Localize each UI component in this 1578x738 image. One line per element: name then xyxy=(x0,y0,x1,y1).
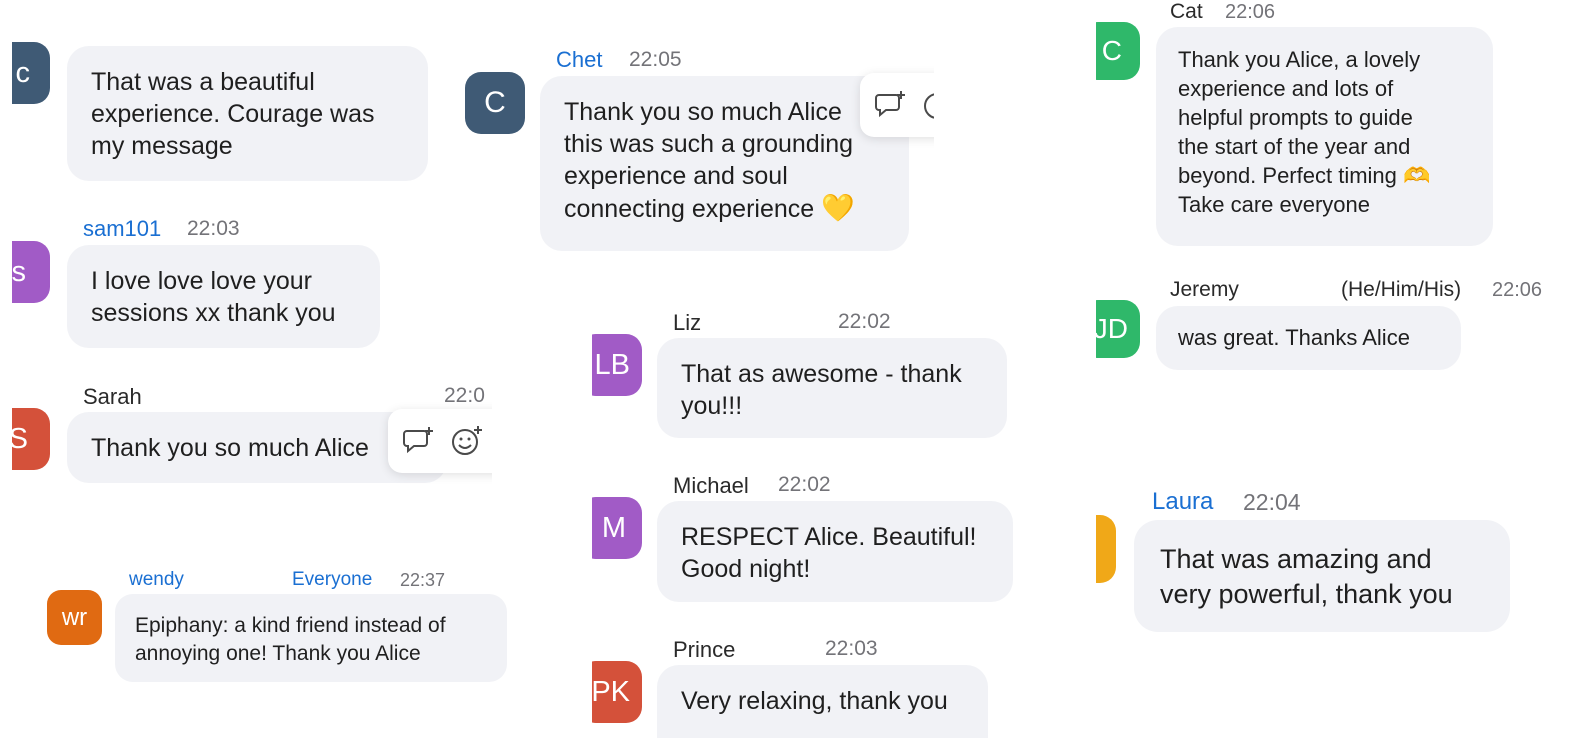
add-reaction-icon[interactable] xyxy=(922,88,934,122)
chat-panel-right-top: C Cat 22:06 Thank you Alice, a lovely ex… xyxy=(1096,0,1578,380)
sender-name[interactable]: Liz xyxy=(673,310,701,336)
timestamp: 22:04 xyxy=(1243,489,1301,515)
message-hover-toolbar xyxy=(860,73,934,137)
message-hover-toolbar xyxy=(388,409,492,473)
sender-name[interactable]: Chet xyxy=(556,47,602,73)
avatar[interactable]: JD xyxy=(1096,300,1140,358)
sender-name[interactable]: Prince xyxy=(673,637,735,663)
message-bubble[interactable]: Very relaxing, thank you xyxy=(657,665,988,738)
message-text: That was amazing and very powerful, than… xyxy=(1160,544,1453,609)
avatar[interactable]: c xyxy=(12,42,50,104)
sender-name[interactable]: Jeremy xyxy=(1170,278,1239,302)
message-text: RESPECT Alice. Beautiful! Good night! xyxy=(681,523,977,583)
message-text: I love love love your sessions xx thank … xyxy=(91,267,336,327)
avatar[interactable]: s xyxy=(12,241,50,303)
message-text: Thank you so much Alice xyxy=(91,434,369,462)
message-text: That was a beautiful experience. Courage… xyxy=(91,68,375,160)
timestamp: 22:03 xyxy=(187,217,240,240)
timestamp: 22:37 xyxy=(400,570,446,590)
message-bubble[interactable]: That was a beautiful experience. Courage… xyxy=(67,46,428,181)
timestamp: 22:02 xyxy=(838,310,891,333)
add-reaction-icon[interactable] xyxy=(450,424,484,458)
reply-in-thread-icon[interactable] xyxy=(402,424,436,458)
message-text: was great. Thanks Alice xyxy=(1178,325,1410,350)
message-bubble[interactable]: Thank you so much Alice this was such a … xyxy=(540,76,909,251)
avatar[interactable]: C xyxy=(1096,22,1140,80)
sender-pronouns: (He/Him/His) xyxy=(1341,278,1462,301)
avatar[interactable] xyxy=(1096,515,1116,583)
sender-name[interactable]: sam101 xyxy=(83,216,161,242)
chat-panel-middle-top: C Chet 22:05 Thank you so much Alice thi… xyxy=(462,40,934,260)
sender-name[interactable]: Laura xyxy=(1152,488,1213,516)
message-text: Very relaxing, thank you xyxy=(681,687,948,715)
yellow-heart-emoji: 💛 xyxy=(821,193,855,223)
timestamp: 22:06 xyxy=(1492,279,1543,301)
message-bubble[interactable]: Epiphany: a kind friend instead of annoy… xyxy=(115,594,507,682)
message-bubble[interactable]: RESPECT Alice. Beautiful! Good night! xyxy=(657,501,1013,602)
sender-name[interactable]: Michael xyxy=(673,473,749,499)
avatar[interactable]: wr xyxy=(47,590,102,645)
reply-in-thread-icon[interactable] xyxy=(874,88,908,122)
message-text: Epiphany: a kind friend instead of annoy… xyxy=(135,614,446,665)
chat-panel-middle-bottom: LB Liz 22:02 That as awesome - thank you… xyxy=(592,300,1022,738)
avatar[interactable]: PK xyxy=(592,661,642,723)
sender-name[interactable]: Cat xyxy=(1170,0,1203,24)
chat-panel-right-bottom: Laura 22:04 That was amazing and very po… xyxy=(1096,480,1578,738)
avatar[interactable]: S xyxy=(12,408,50,470)
heart-hands-emoji: 🫶 xyxy=(1403,163,1431,188)
avatar[interactable]: LB xyxy=(592,334,642,396)
message-bubble[interactable]: Thank you Alice, a lovely experience and… xyxy=(1156,27,1493,246)
message-bubble[interactable]: I love love love your sessions xx thank … xyxy=(67,245,380,348)
timestamp: 22:05 xyxy=(629,48,682,71)
timestamp: 22:02 xyxy=(778,473,831,496)
message-text: Thank you Alice, a lovely experience and… xyxy=(1178,47,1431,217)
message-bubble[interactable]: That was amazing and very powerful, than… xyxy=(1134,520,1510,632)
sender-name[interactable]: wendy xyxy=(129,569,184,591)
sender-name[interactable]: Sarah xyxy=(83,384,142,410)
timestamp: 22:03 xyxy=(825,637,878,660)
timestamp: 22:06 xyxy=(1225,1,1276,23)
avatar[interactable]: C xyxy=(465,72,525,134)
avatar[interactable]: M xyxy=(592,497,642,559)
message-text: That as awesome - thank you!!! xyxy=(681,360,962,420)
recipient-name[interactable]: Everyone xyxy=(292,569,372,591)
message-bubble[interactable]: was great. Thanks Alice xyxy=(1156,306,1461,370)
timestamp: 22:0 xyxy=(444,384,485,407)
message-bubble[interactable]: That as awesome - thank you!!! xyxy=(657,338,1007,438)
message-text: Thank you so much Alice this was such a … xyxy=(564,98,855,223)
